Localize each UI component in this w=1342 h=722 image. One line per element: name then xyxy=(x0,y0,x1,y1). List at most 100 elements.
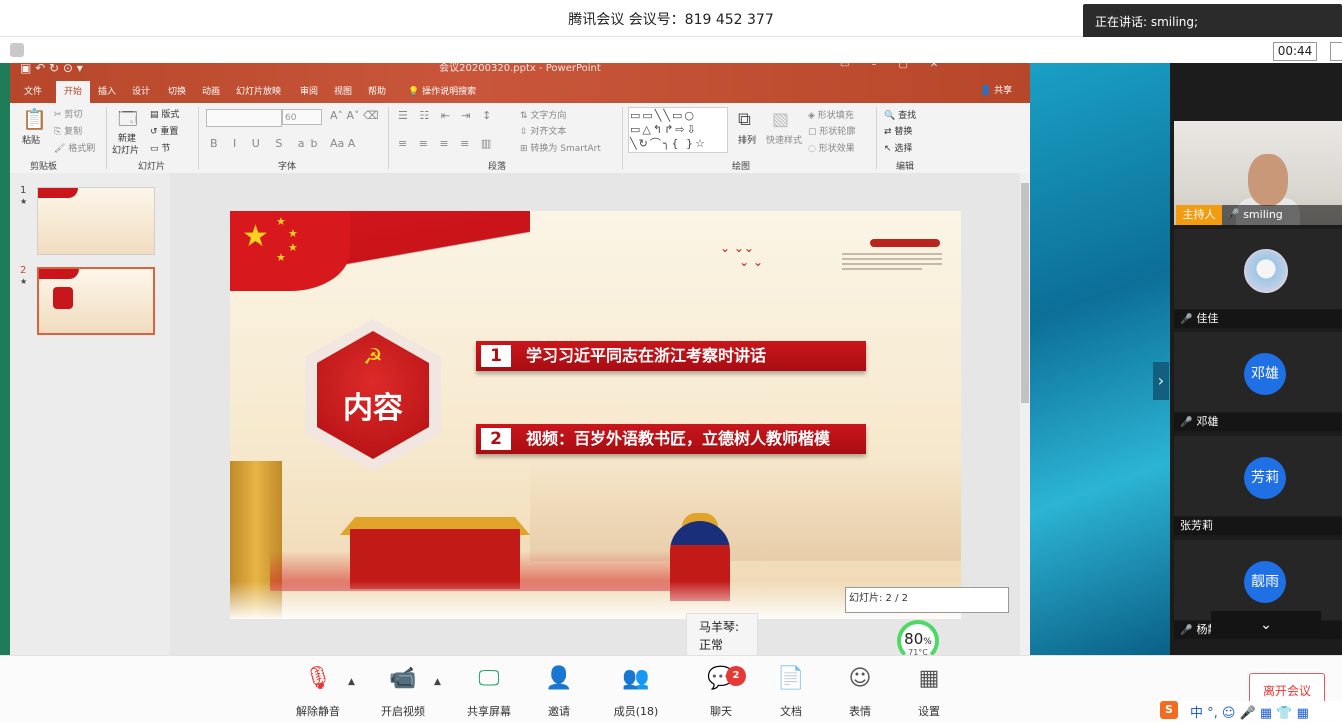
font-size-buttons[interactable]: A˄ A˅ ⌫ xyxy=(330,109,379,122)
share-screen-button[interactable]: 🖵 共享屏幕 xyxy=(457,665,521,719)
item-text: 学习习近平同志在浙江考察时讲话 xyxy=(526,346,767,365)
item-text: 视频：百岁外语教书匠，立德树人教师楷模 xyxy=(526,429,831,448)
format-painter-button[interactable]: 🖌 格式刷 xyxy=(54,141,95,154)
tab-insert[interactable]: 插入 xyxy=(90,81,124,103)
cut-button[interactable]: ✂ 剪切 xyxy=(54,107,82,120)
item-number: 2 xyxy=(481,428,511,450)
shape-outline-button[interactable]: ▢ 形状轮廓 xyxy=(808,124,855,137)
unmute-button[interactable]: 🎙 解除静音 xyxy=(286,665,350,719)
settings-button[interactable]: ▦ 设置 xyxy=(897,665,961,719)
desktop-wallpaper-left xyxy=(0,63,10,655)
font-format-buttons[interactable]: B I U S ab xyxy=(210,137,324,150)
members-button[interactable]: 👥 成员(18) xyxy=(604,665,668,719)
decorative-text-line xyxy=(842,253,942,255)
ime-mode-toggle[interactable]: 中 °, ☺ 🎤 ▦ 👕 ▦ xyxy=(1190,702,1309,721)
layout-toggle-button[interactable] xyxy=(1330,42,1342,61)
ribbon-separator xyxy=(198,107,199,169)
collapse-chevron-down-icon[interactable]: ⌄ xyxy=(1211,611,1321,639)
font-color-buttons[interactable]: Aa A xyxy=(330,137,355,150)
tell-me-search[interactable]: 💡 操作说明搜索 xyxy=(400,81,484,103)
align-buttons[interactable]: ≡ ≡ ≡ ≡ ▥ xyxy=(398,137,495,150)
tab-review[interactable]: 审阅 xyxy=(292,81,326,103)
font-name-combo[interactable] xyxy=(206,109,282,127)
share-button[interactable]: 👤 共享 xyxy=(980,83,1012,96)
editing-group-label: 编辑 xyxy=(896,162,915,172)
shapes-gallery[interactable]: ▭▭╲╲▭○ ▭△↰↱⇨⇩ ╲↻⌒╮{ }☆ xyxy=(628,107,728,153)
star-icon: ★ xyxy=(288,241,298,254)
start-video-button[interactable]: 📹 开启视频 xyxy=(371,665,435,719)
reset-button[interactable]: ↺ 重置 xyxy=(150,124,178,137)
camera-off-icon: 📹 xyxy=(389,666,417,691)
replace-button[interactable]: ⇄ 替换 xyxy=(884,124,912,137)
member-status-tooltip: 马羊琴: 正常 xyxy=(686,613,758,659)
arrange-button[interactable]: 排列 xyxy=(738,133,756,146)
avatar: 靓雨 xyxy=(1244,561,1286,603)
avatar: 芳莉 xyxy=(1244,457,1286,499)
tab-view[interactable]: 视图 xyxy=(326,81,360,103)
tab-design[interactable]: 设计 xyxy=(124,81,158,103)
tab-animations[interactable]: 动画 xyxy=(194,81,228,103)
quick-styles-button[interactable]: 快速样式 xyxy=(766,133,802,146)
list-buttons[interactable]: ☰ ☷ ⇤ ⇥ ↕ xyxy=(398,109,495,122)
add-person-icon: 👤 xyxy=(545,666,573,691)
font-group-label: 字体 xyxy=(278,162,297,172)
host-badge: 主持人 xyxy=(1176,205,1222,225)
mic-on-icon: 🎤 xyxy=(1226,208,1240,221)
security-shield-icon[interactable] xyxy=(10,43,24,57)
window-controls[interactable]: ▭–▢✕ xyxy=(840,63,960,70)
shape-effects-button[interactable]: ◌ 形状效果 xyxy=(808,141,855,154)
slide-thumbnail-2[interactable] xyxy=(37,267,155,335)
tell-me-label: 操作说明搜索 xyxy=(422,87,477,97)
section-button[interactable]: ▭ 节 xyxy=(150,141,170,154)
shape-fill-button[interactable]: ◈ 形状填充 xyxy=(808,108,854,121)
sogou-ime-logo[interactable]: S xyxy=(1160,701,1178,719)
desktop-wallpaper xyxy=(1030,63,1170,655)
slides-group-label: 幻灯片 xyxy=(138,162,166,172)
host-video-face xyxy=(1248,154,1288,206)
align-text-button[interactable]: ⇳ 对齐文本 xyxy=(520,124,566,137)
cpu-usage-value: 80% xyxy=(904,630,932,648)
star-icon: ★ xyxy=(276,215,286,228)
mic-muted-icon: 🎤 xyxy=(1180,314,1193,325)
slide-thumbnail-1[interactable] xyxy=(37,187,155,255)
expand-panel-arrow-icon[interactable]: › xyxy=(1153,362,1169,400)
tab-home[interactable]: 开始 xyxy=(56,81,91,103)
tab-slideshow[interactable]: 幻灯片放映 xyxy=(228,81,289,103)
text-direction-button[interactable]: ⇅ 文字方向 xyxy=(520,108,566,121)
reactions-label: 表情 xyxy=(849,705,871,718)
paste-button[interactable]: 粘贴 xyxy=(22,133,40,146)
quick-access-toolbar[interactable]: ▣ ↶ ↻ ⊙ ▾ xyxy=(20,63,83,75)
video-options-caret-icon[interactable]: ▲ xyxy=(434,677,441,687)
scrollbar-thumb[interactable] xyxy=(1021,183,1029,403)
select-button[interactable]: ↖ 选择 xyxy=(884,141,912,154)
copy-button[interactable]: ⎘ 复制 xyxy=(54,124,82,137)
smiley-icon: ☺ xyxy=(848,666,872,691)
chat-unread-badge: 2 xyxy=(726,666,746,686)
content-item-1[interactable]: 1 学习习近平同志在浙江考察时讲话 xyxy=(476,341,866,371)
slide-thumbnail-pane: 1 ★ 2 ★ xyxy=(10,173,170,655)
tab-transitions[interactable]: 切换 xyxy=(160,81,194,103)
host-name-bar: 🎤 smiling xyxy=(1222,205,1342,225)
tab-file[interactable]: 文件 xyxy=(16,81,50,103)
participant-name: 邓雄 xyxy=(1196,415,1219,428)
participant-name-bar: 🎤 佳佳 xyxy=(1174,310,1342,328)
smartart-button[interactable]: ⊞ 转换为 SmartArt xyxy=(520,141,601,154)
invite-button[interactable]: 👤 邀请 xyxy=(527,665,591,719)
find-button[interactable]: 🔍 查找 xyxy=(884,108,916,121)
font-size-combo[interactable]: 60 xyxy=(282,109,322,125)
reactions-button[interactable]: ☺ 表情 xyxy=(828,665,892,719)
mic-muted-icon: 🎙 xyxy=(304,666,332,691)
current-slide[interactable]: ★ ★ ★ ★ ★ ⌄ ⌄⌄ ⌄ ⌄ ☭ 内容 1 学习习近平同志在浙江考察时讲… xyxy=(230,211,961,619)
participant-name: 张芳莉 xyxy=(1180,519,1213,532)
documents-button[interactable]: 📄 文档 xyxy=(759,665,823,719)
audio-options-caret-icon[interactable]: ▲ xyxy=(348,677,355,687)
tooltip-status: 正常 xyxy=(699,638,724,652)
paragraph-group-label: 段落 xyxy=(488,162,507,172)
star-icon: ★ xyxy=(288,227,298,240)
party-emblem-icon: ☭ xyxy=(363,345,383,370)
content-item-2[interactable]: 2 视频：百岁外语教书匠，立德树人教师楷模 xyxy=(476,424,866,454)
birds-decoration: ⌄ ⌄⌄ ⌄ ⌄ xyxy=(720,241,763,269)
layout-button[interactable]: ▤ 版式 xyxy=(150,107,179,120)
star-icon: ★ xyxy=(276,251,286,264)
tab-help[interactable]: 帮助 xyxy=(360,81,394,103)
